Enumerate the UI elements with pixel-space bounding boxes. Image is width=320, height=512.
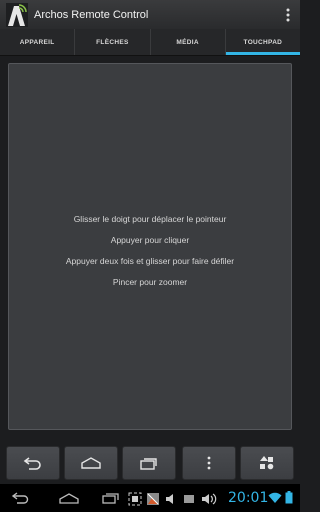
back-button[interactable] (6, 446, 60, 480)
recent-apps-button[interactable] (122, 446, 176, 480)
settings-shapes-icon (260, 456, 274, 470)
tab-media[interactable]: MÉDIA (151, 29, 226, 55)
media-icon (184, 495, 194, 503)
battery-icon (285, 491, 293, 504)
screenshot-icon (128, 492, 142, 506)
home-button[interactable] (64, 446, 118, 480)
system-recent-icon (102, 493, 119, 504)
app-logo-icon (6, 2, 28, 27)
system-back-button[interactable] (10, 484, 32, 512)
notification-tray (128, 488, 218, 510)
instruction-scroll: Appuyer deux fois et glisser pour faire … (65, 256, 235, 266)
system-recent-button[interactable] (100, 484, 122, 512)
status-clock: 20:01 (228, 490, 269, 506)
speaker-icon (202, 493, 217, 505)
volume-icon (166, 494, 173, 504)
instruction-zoom: Pincer pour zoomer (112, 277, 188, 287)
overflow-menu-button[interactable] (280, 3, 296, 27)
app-title: Archos Remote Control (34, 8, 149, 21)
action-bar: Archos Remote Control (0, 0, 300, 29)
home-icon (81, 457, 101, 469)
tab-fleches[interactable]: FLÈCHES (75, 29, 151, 55)
gallery-icon (147, 493, 159, 505)
touchpad-instructions: Glisser le doigt pour déplacer le pointe… (9, 209, 291, 293)
system-home-button[interactable] (58, 484, 80, 512)
system-home-icon (59, 493, 79, 504)
back-icon (23, 457, 41, 470)
menu-button[interactable] (182, 446, 236, 480)
menu-icon (207, 456, 211, 470)
touchpad-area[interactable]: Glisser le doigt pour déplacer le pointe… (8, 63, 292, 430)
tab-touchpad[interactable]: TOUCHPAD (225, 29, 301, 55)
overflow-icon (286, 8, 290, 21)
instruction-click: Appuyer pour cliquer (110, 235, 190, 245)
control-bar (0, 440, 300, 484)
system-back-icon (11, 492, 29, 504)
settings-button[interactable] (240, 446, 294, 480)
recent-apps-icon (140, 458, 157, 470)
status-icons (268, 491, 293, 504)
tab-appareil[interactable]: APPAREIL (0, 29, 76, 55)
tab-bar: APPAREIL FLÈCHES MÉDIA TOUCHPAD (0, 29, 301, 56)
instruction-move: Glisser le doigt pour déplacer le pointe… (73, 214, 227, 224)
wifi-icon (268, 492, 282, 503)
